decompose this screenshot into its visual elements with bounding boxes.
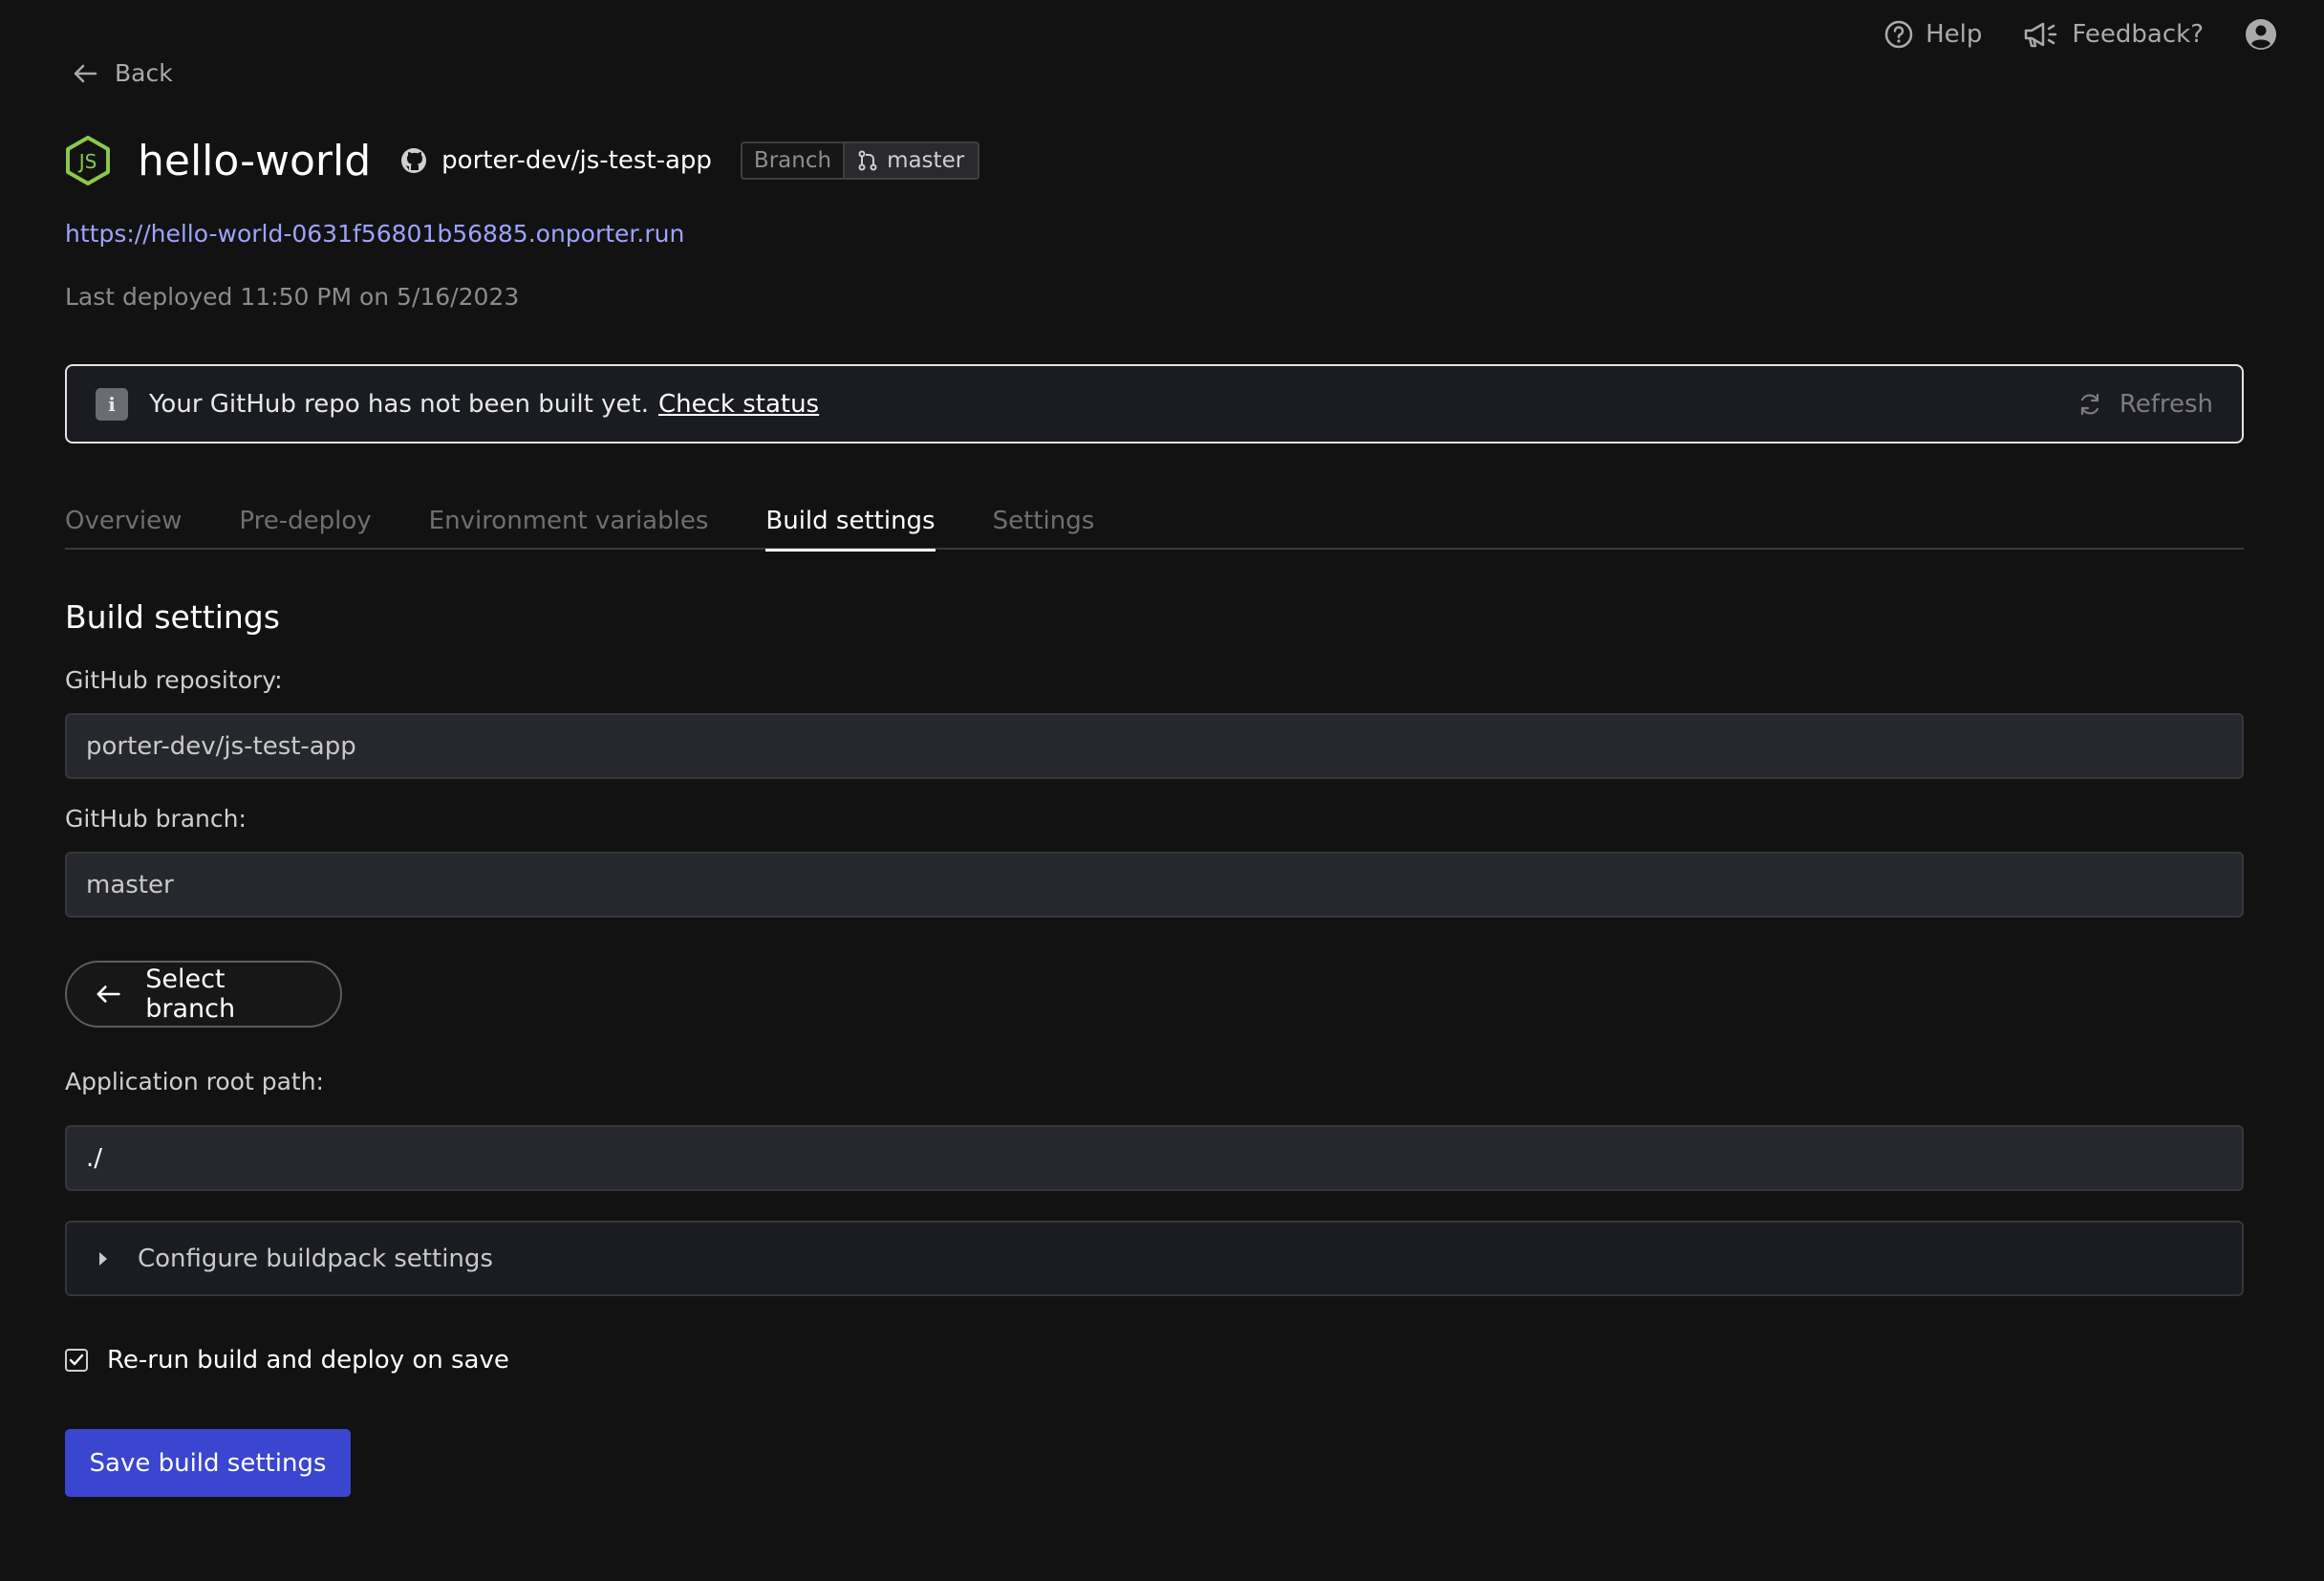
branch-tag-value: master (843, 143, 979, 178)
branch-tag: Branch master (740, 141, 980, 180)
check-status-link[interactable]: Check status (658, 390, 819, 419)
rerun-checkbox[interactable] (65, 1349, 88, 1372)
refresh-button[interactable]: Refresh (2077, 390, 2213, 419)
svg-text:JS: JS (77, 150, 97, 173)
refresh-label: Refresh (2119, 389, 2213, 419)
feedback-label: Feedback? (2072, 20, 2204, 49)
tab-pre-deploy[interactable]: Pre-deploy (239, 497, 371, 550)
select-branch-label: Select branch (145, 964, 236, 1024)
github-branch-label: GitHub branch: (65, 805, 247, 833)
repo-info: porter-dev/js-test-app (399, 146, 712, 175)
git-branch-icon (858, 150, 877, 171)
branch-tag-label: Branch (742, 143, 844, 178)
app-page: Help Feedback? Back JS hello-world porte… (0, 0, 2324, 1581)
feedback-link[interactable]: Feedback? (2022, 19, 2204, 50)
github-repository-input[interactable] (65, 713, 2244, 779)
tab-environment-variables[interactable]: Environment variables (429, 497, 709, 550)
tab-build-settings[interactable]: Build settings (765, 497, 936, 552)
arrow-left-icon (97, 985, 120, 1003)
help-icon (1884, 20, 1913, 49)
nodejs-icon: JS (66, 136, 110, 185)
branch-name: master (887, 148, 965, 173)
info-icon: i (96, 387, 128, 421)
arrow-left-icon (74, 64, 97, 82)
build-status-banner: i Your GitHub repo has not been built ye… (65, 364, 2244, 444)
root-path-input[interactable] (65, 1125, 2244, 1191)
caret-right-icon (99, 1251, 107, 1266)
save-build-settings-button[interactable]: Save build settings (65, 1429, 351, 1497)
rerun-label: Re-run build and deploy on save (107, 1346, 509, 1375)
rerun-option: Re-run build and deploy on save (65, 1346, 509, 1375)
banner-message: Your GitHub repo has not been built yet. (149, 389, 649, 419)
buildpack-settings-accordion[interactable]: Configure buildpack settings (65, 1221, 2244, 1296)
buildpack-settings-label: Configure buildpack settings (138, 1244, 493, 1273)
tab-bar: Overview Pre-deploy Environment variable… (65, 497, 2244, 552)
github-branch-input[interactable] (65, 852, 2244, 918)
back-label: Back (115, 59, 173, 87)
select-branch-button[interactable]: Select branch (65, 961, 342, 1028)
top-bar: Help Feedback? (1843, 13, 2278, 55)
check-icon (69, 1354, 84, 1366)
user-icon (2246, 19, 2276, 50)
help-link[interactable]: Help (1883, 19, 1982, 50)
app-url-link[interactable]: https://hello-world-0631f56801b56885.onp… (65, 220, 684, 248)
github-repository-label: GitHub repository: (65, 666, 283, 694)
megaphone-icon (2025, 22, 2057, 48)
section-title: Build settings (65, 598, 280, 636)
app-header: JS hello-world porter-dev/js-test-app Br… (65, 130, 980, 191)
last-deployed-text: Last deployed 11:50 PM on 5/16/2023 (65, 283, 520, 311)
tab-settings[interactable]: Settings (993, 497, 1095, 550)
app-title: hello-world (138, 136, 372, 185)
github-icon (401, 148, 427, 173)
help-label: Help (1926, 20, 1983, 49)
user-menu[interactable] (2244, 17, 2278, 52)
repo-name: porter-dev/js-test-app (441, 146, 712, 175)
back-link[interactable]: Back (73, 59, 173, 87)
root-path-label: Application root path: (65, 1068, 324, 1095)
refresh-icon (2080, 393, 2098, 415)
tab-overview[interactable]: Overview (65, 497, 182, 550)
